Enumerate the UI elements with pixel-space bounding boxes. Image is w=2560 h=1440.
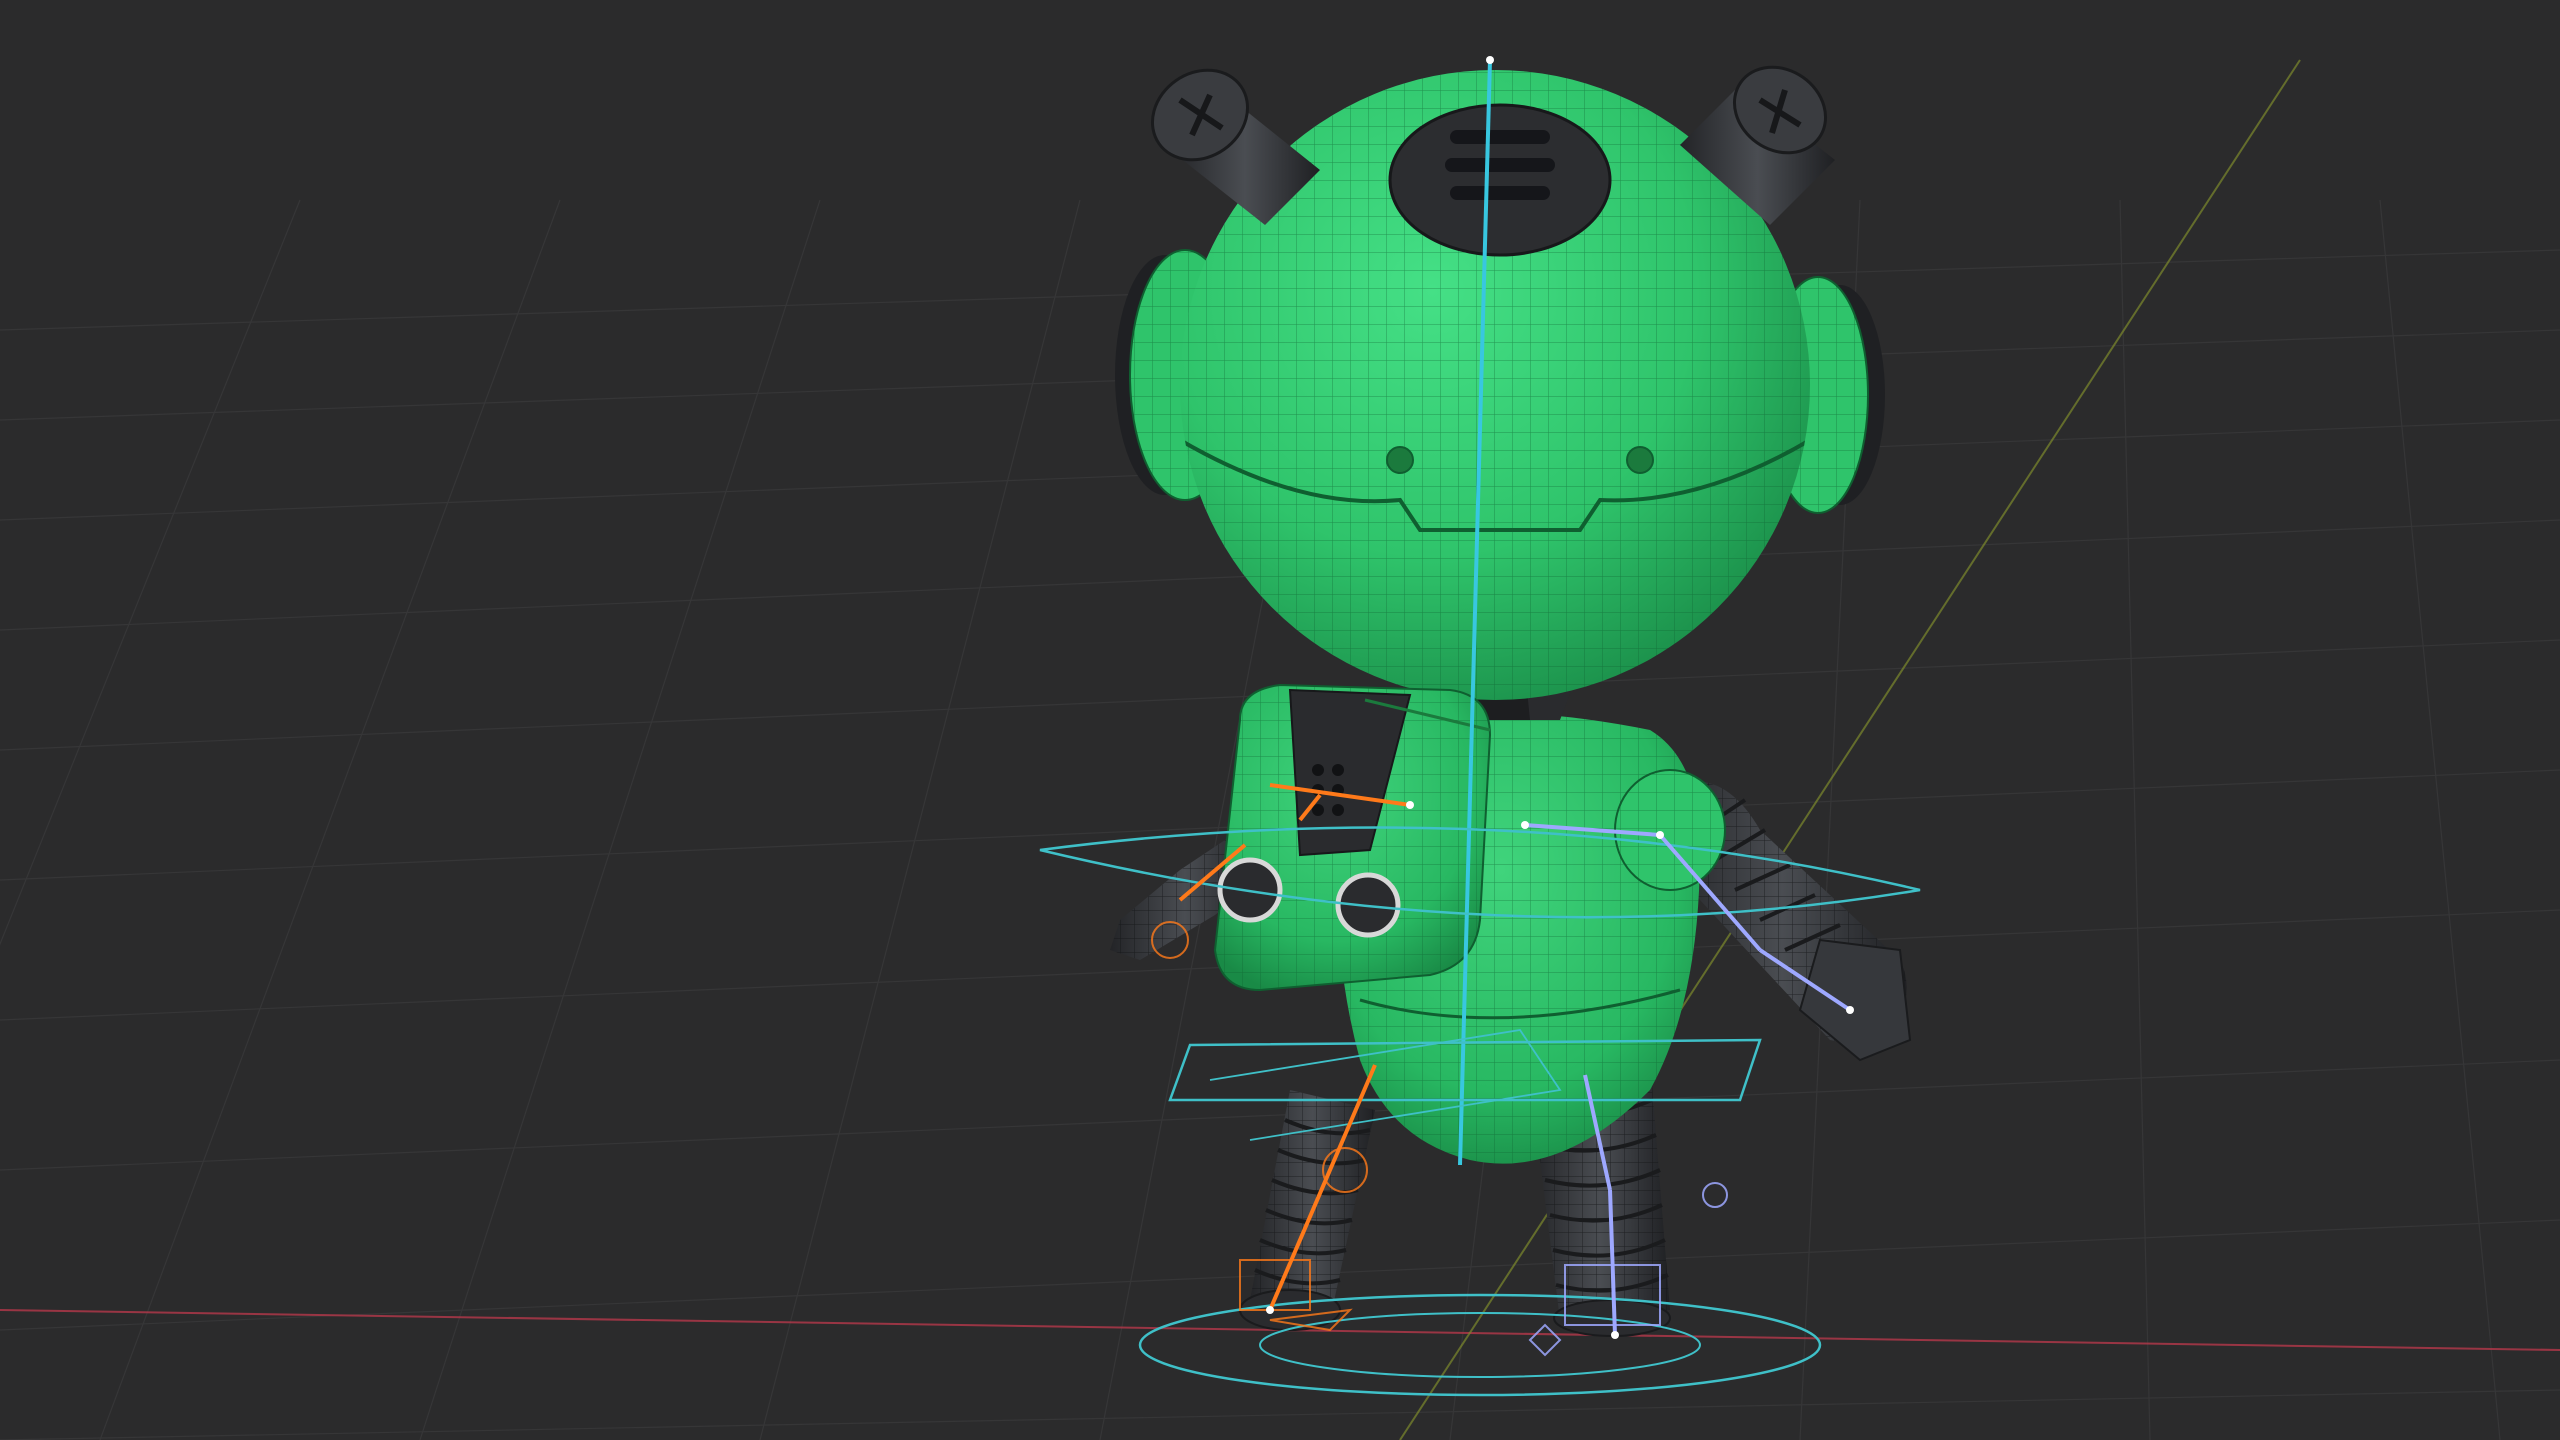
left-eye [1386,446,1414,474]
backpack[interactable] [1213,683,1492,992]
head-vent [1388,103,1612,257]
right-eye [1626,446,1654,474]
3d-viewport[interactable] [0,0,2560,1440]
